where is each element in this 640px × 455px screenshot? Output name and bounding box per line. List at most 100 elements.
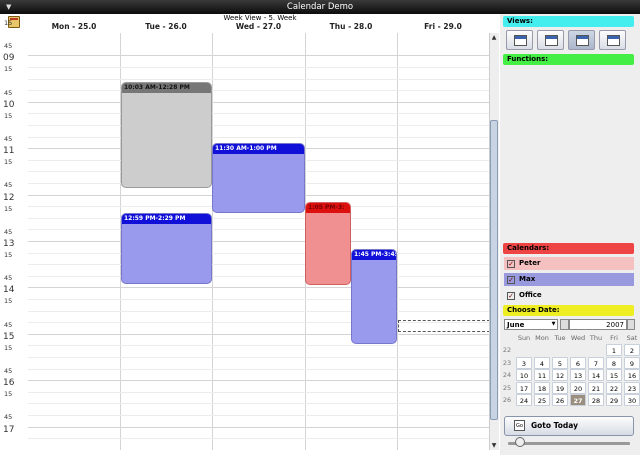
time-gridline <box>28 264 491 266</box>
date-cell[interactable]: 15 <box>606 369 622 381</box>
date-cell[interactable]: 6 <box>570 356 586 369</box>
mini-calendar: Sun Mon Tue Wed Thu Fri Sat 22 1 2 23 3 4 5 6 7 8 9 24 10 11… <box>500 333 640 406</box>
date-cell[interactable]: 19 <box>552 381 568 394</box>
time-gridline <box>28 333 491 335</box>
event-1[interactable]: 10:03 AM-12:28 PM <box>121 82 212 188</box>
date-cell[interactable]: 25 <box>534 394 550 406</box>
date-cell[interactable]: 30 <box>624 394 640 406</box>
time-gridline <box>28 78 491 80</box>
date-cell[interactable]: 28 <box>588 394 604 406</box>
date-cell[interactable]: 4 <box>534 356 550 369</box>
year-view-button[interactable] <box>599 30 626 50</box>
minute-label: 45 <box>4 135 13 143</box>
date-cell[interactable]: 12 <box>552 369 568 381</box>
time-gridline <box>28 229 491 231</box>
peter-checkbox[interactable]: ✓ <box>507 260 515 268</box>
day-view-button[interactable] <box>506 30 533 50</box>
calendar-item-peter[interactable]: ✓ Peter <box>504 257 634 270</box>
date-cell[interactable]: 1 <box>606 344 622 356</box>
date-cell[interactable]: 21 <box>588 381 604 394</box>
hour-label: 14 <box>3 285 15 296</box>
time-gridline <box>28 113 491 115</box>
zoom-slider-knob[interactable] <box>515 437 525 447</box>
date-cell[interactable]: 23 <box>624 381 640 394</box>
minute-label: 45 <box>4 367 13 375</box>
event-4[interactable]: 1:05 PM-3: <box>305 202 351 285</box>
minute-label: 45 <box>4 88 13 97</box>
date-cell[interactable]: 10 <box>516 369 532 381</box>
year-spinner[interactable] <box>627 319 635 330</box>
date-cell[interactable]: 9 <box>624 356 640 369</box>
window-titlebar: Calendar Demo <box>0 0 640 14</box>
month-spinner[interactable] <box>560 319 569 330</box>
event-3[interactable]: 12:59 PM-2:29 PM <box>121 213 212 284</box>
time-gridline <box>28 380 491 382</box>
functions-header: Functions: <box>503 54 634 65</box>
scroll-up-arrow-icon[interactable]: ▲ <box>489 33 499 42</box>
max-label: Max <box>519 275 536 283</box>
week-grid[interactable] <box>28 33 491 450</box>
time-gridline <box>28 287 491 289</box>
date-cell[interactable]: 14 <box>588 369 604 381</box>
calendar-item-max[interactable]: ✓ Max <box>504 273 634 286</box>
hour-label: 16 <box>3 378 15 389</box>
date-cell[interactable]: 5 <box>552 356 568 369</box>
chevron-down-icon[interactable]: ▼ <box>549 320 558 329</box>
date-cell <box>570 344 586 356</box>
minute-label: 15 <box>4 343 13 352</box>
zoom-slider[interactable] <box>508 442 630 445</box>
day-view-icon <box>514 35 527 46</box>
date-cell[interactable]: 11 <box>534 369 550 381</box>
time-gridline <box>28 275 491 277</box>
date-cell[interactable]: 18 <box>534 381 550 394</box>
year-field[interactable]: 2007 <box>569 319 627 330</box>
time-gridline <box>28 403 491 405</box>
calendar-item-office[interactable]: ✓ Office <box>504 289 634 302</box>
week-view-button[interactable] <box>537 30 564 50</box>
day-header-wed: Wed - 27.0 <box>235 22 282 31</box>
hour-label: 17 <box>3 424 15 435</box>
max-checkbox[interactable]: ✓ <box>507 276 515 284</box>
event-5-time: 1:45 PM-3:45 <box>352 250 396 260</box>
minute-label: 15 <box>4 111 13 120</box>
date-cell[interactable]: 24 <box>516 394 532 406</box>
goto-calendar-icon: Go <box>514 420 525 431</box>
date-cell[interactable]: 7 <box>588 356 604 369</box>
week-number: 24 <box>502 371 512 379</box>
minute-label: 45 <box>4 227 13 236</box>
time-gridline <box>28 241 491 242</box>
window-menu-arrow-icon[interactable]: ▼ <box>6 0 16 14</box>
scrollbar-thumb[interactable] <box>490 120 498 420</box>
date-cell[interactable]: 8 <box>606 356 622 369</box>
date-cell[interactable]: 20 <box>570 381 586 394</box>
date-cell[interactable]: 22 <box>606 381 622 394</box>
month-view-icon <box>576 35 589 46</box>
time-gridline <box>28 55 491 57</box>
scroll-down-arrow-icon[interactable]: ▼ <box>489 441 499 450</box>
date-cell[interactable]: 3 <box>516 356 532 369</box>
event-5[interactable]: 1:45 PM-3:45 <box>351 249 397 344</box>
date-cell[interactable]: 17 <box>516 381 532 394</box>
year-view-icon <box>607 35 620 46</box>
time-gridline <box>28 252 491 254</box>
event-2-time: 11:30 AM-1:00 PM <box>213 144 304 154</box>
time-gridline <box>28 136 491 138</box>
time-gridline <box>28 125 491 126</box>
date-cell[interactable]: 26 <box>552 394 568 406</box>
date-cell[interactable]: 27 <box>570 394 586 406</box>
office-checkbox[interactable]: ✓ <box>507 292 515 300</box>
date-cell[interactable]: 13 <box>570 369 586 381</box>
month-view-button[interactable] <box>568 30 595 50</box>
day-header-tue: Tue - 26.0 <box>145 22 187 31</box>
date-cell[interactable]: 16 <box>624 369 640 381</box>
date-cell[interactable]: 29 <box>606 394 622 406</box>
weekday-header: Thu <box>589 334 603 342</box>
minute-label: 45 <box>4 42 13 51</box>
date-cell[interactable]: 2 <box>624 344 640 356</box>
time-gridline <box>28 101 491 103</box>
weekday-header: Fri <box>610 334 618 342</box>
minute-label: 15 <box>4 390 13 399</box>
day-header-mon: Mon - 25.0 <box>51 22 97 31</box>
minute-label: 15 <box>4 297 13 306</box>
event-2[interactable]: 11:30 AM-1:00 PM <box>212 143 305 213</box>
